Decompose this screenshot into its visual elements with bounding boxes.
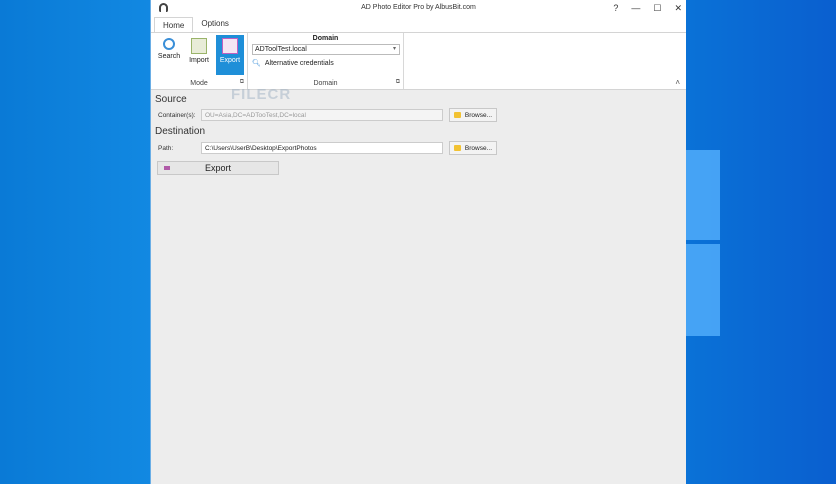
folder-icon xyxy=(454,112,461,118)
browse-label: Browse... xyxy=(464,111,492,119)
close-button[interactable]: ✕ xyxy=(674,3,682,14)
import-icon xyxy=(191,38,207,54)
export-mode-button[interactable]: Export xyxy=(216,35,244,75)
domain-launcher-icon[interactable]: ⧉ xyxy=(396,79,400,86)
mode-launcher-icon[interactable]: ⧉ xyxy=(240,79,244,86)
browse-label: Browse... xyxy=(464,144,492,152)
collapse-ribbon-button[interactable]: ˄ xyxy=(675,78,680,87)
export-label: Export xyxy=(219,57,241,64)
title-bar: AD Photo Editor Pro by AlbusBit.com ? — … xyxy=(151,0,686,16)
watermark: FILECR xyxy=(231,86,292,103)
export-button-label: Export xyxy=(204,163,231,173)
domain-title: Domain xyxy=(312,35,339,42)
maximize-button[interactable]: ☐ xyxy=(653,3,661,14)
path-label: Path: xyxy=(158,145,174,152)
domain-value: ADToolTest.local xyxy=(255,46,307,53)
source-browse-button[interactable]: Browse... xyxy=(449,108,497,122)
app-window: AD Photo Editor Pro by AlbusBit.com ? — … xyxy=(150,0,686,484)
folder-icon xyxy=(454,145,461,151)
chevron-down-icon: ▾ xyxy=(392,46,396,52)
destination-heading: Destination xyxy=(155,126,206,137)
container-label: Container(s): xyxy=(158,112,196,119)
alternative-credentials-link[interactable]: 🔍︎ Alternative credentials xyxy=(252,59,334,68)
import-button[interactable]: Import xyxy=(185,35,213,73)
tab-home[interactable]: Home xyxy=(154,17,194,33)
domain-select[interactable]: ADToolTest.local ▾ xyxy=(252,44,400,55)
help-button[interactable]: ? xyxy=(613,3,618,14)
export-icon xyxy=(222,38,238,54)
path-input[interactable]: C:\Users\UserB\Desktop\ExportPhotos xyxy=(201,142,443,154)
key-icon: 🔍︎ xyxy=(252,60,261,67)
search-label: Search xyxy=(157,53,181,60)
alt-credentials-label: Alternative credentials xyxy=(264,59,334,67)
container-input[interactable]: OU=Asia,DC=ADTooTest,DC=local xyxy=(201,109,443,121)
windows-desktop-logo xyxy=(686,150,720,336)
search-button[interactable]: Search xyxy=(155,35,183,73)
minimize-button[interactable]: — xyxy=(631,3,640,14)
ribbon-tabs: Home Options xyxy=(151,16,686,33)
ribbon: Search Import Export Mode ⧉ Domain ADToo… xyxy=(151,32,686,90)
source-heading: Source xyxy=(155,94,187,105)
window-title: AD Photo Editor Pro by AlbusBit.com xyxy=(361,4,476,11)
domain-group: Domain ADToolTest.local ▾ 🔍︎ Alternative c… xyxy=(248,33,404,89)
search-icon xyxy=(163,38,175,50)
import-label: Import xyxy=(189,57,209,64)
mode-group: Search Import Export Mode ⧉ xyxy=(151,33,248,89)
export-small-icon xyxy=(164,166,170,170)
destination-browse-button[interactable]: Browse... xyxy=(449,141,497,155)
export-button[interactable]: Export xyxy=(157,161,279,175)
tab-options[interactable]: Options xyxy=(193,16,237,32)
